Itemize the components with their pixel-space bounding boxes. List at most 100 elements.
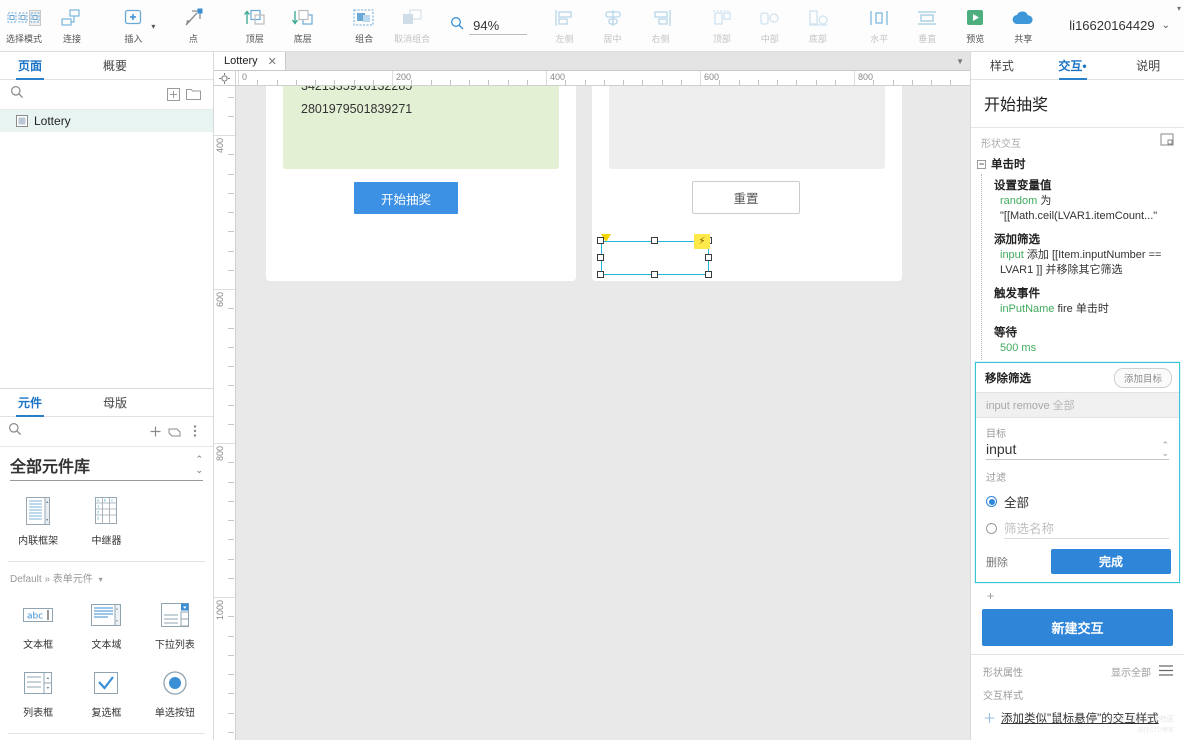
toolbar-distribute-h-button[interactable]: 水平	[855, 2, 903, 50]
tab-widgets[interactable]: 元件	[0, 389, 60, 416]
point-icon	[183, 6, 203, 30]
tab-masters[interactable]: 母版	[60, 389, 170, 416]
done-button[interactable]: 完成	[1051, 549, 1171, 574]
page-item-lottery[interactable]: Lottery	[0, 110, 213, 132]
filter-radio-all-row[interactable]: 全部	[976, 487, 1179, 513]
menu-icon[interactable]	[1159, 664, 1173, 679]
show-all-link[interactable]: 显示全部	[1111, 664, 1151, 679]
toolbar-distribute-v-button[interactable]: 垂直	[903, 2, 951, 50]
library-more-icon[interactable]	[185, 421, 205, 441]
start-lottery-button[interactable]: 开始抽奖	[354, 182, 458, 214]
toolbar-ungroup-button[interactable]: 取消组合	[388, 2, 436, 50]
reset-card[interactable]: 重置	[592, 86, 902, 281]
toolbar-align-bottom-button[interactable]: 底部	[794, 2, 842, 50]
toolbar-share-button[interactable]: 共享	[999, 2, 1047, 50]
close-icon[interactable]: ✕	[268, 55, 277, 68]
event-header[interactable]: − 单击时	[971, 154, 1184, 174]
resize-handle-w[interactable]	[597, 254, 604, 261]
add-folder-icon[interactable]	[183, 85, 203, 105]
user-chevron-down-icon[interactable]: ⌄	[1162, 20, 1170, 31]
toolbar-insert-button[interactable]: 插入	[109, 2, 157, 50]
action-set-variable[interactable]: 设置变量值 random 为 "[[Math.ceil(LVAR1.itemCo…	[982, 174, 1184, 228]
resize-handle-sw[interactable]	[597, 271, 604, 278]
resize-handle-e[interactable]	[705, 254, 712, 261]
canvas-tab-lottery[interactable]: Lottery ✕	[214, 52, 286, 70]
toolbar-align-center-button[interactable]: 居中	[589, 2, 637, 50]
zoom-value[interactable]: 94%	[469, 17, 528, 35]
resize-handle-s[interactable]	[651, 271, 658, 278]
widget-radio-button[interactable]: 单选按钮	[141, 653, 209, 721]
vertical-ruler[interactable]: 400 600 800 1000	[214, 86, 236, 740]
widget-dropdown[interactable]: 下拉列表	[141, 595, 209, 653]
toolbar-group-button[interactable]: 组合	[340, 2, 388, 50]
toolbar-bring-front-button[interactable]: 顶层	[231, 2, 279, 50]
new-interaction-button[interactable]: 新建交互	[982, 609, 1173, 646]
toolbar-select-mode-button[interactable]: 选择模式	[0, 2, 48, 50]
toolbar-send-back-button[interactable]: 底层	[279, 2, 327, 50]
resize-handle-n[interactable]	[651, 237, 658, 244]
widgets-scroll[interactable]: 内联框架 abc 123 中继器 Default » 表单元件 ▾ abc 文本…	[0, 485, 213, 740]
filter-radio-named-row[interactable]: 筛选名称	[976, 513, 1179, 541]
expand-panel-icon[interactable]	[1160, 133, 1174, 151]
widgets-group-menu-title[interactable]: Default » 菜单|表格 ▾	[0, 736, 213, 740]
horizontal-ruler[interactable]: 0 200 400 600 800	[236, 71, 970, 86]
widget-text-area[interactable]: 文本域	[72, 595, 140, 653]
add-action-row[interactable]: +	[971, 585, 1184, 605]
chevron-updown-icon[interactable]: ⌃ ⌄	[1161, 441, 1169, 458]
ruler-major-tick	[214, 443, 235, 444]
target-select[interactable]: input ⌃ ⌄	[986, 441, 1169, 460]
interaction-bolt-icon[interactable]: ⚡	[694, 234, 710, 249]
toolbar-align-middle-button[interactable]: 中部	[746, 2, 794, 50]
action-wait[interactable]: 等待 500 ms	[982, 321, 1184, 360]
resize-handle-se[interactable]	[705, 271, 712, 278]
add-target-button[interactable]: 添加目标	[1113, 368, 1172, 388]
lottery-number-list[interactable]: 1680474815073805 3421335916132285 280197…	[283, 86, 559, 169]
library-manage-icon[interactable]	[165, 421, 185, 441]
summary-prefix: input remove	[986, 400, 1050, 412]
library-select[interactable]: 全部元件库 ⌃ ⌄	[10, 453, 203, 481]
radio-named-icon[interactable]	[986, 523, 997, 534]
widget-list-box[interactable]: 列表框	[4, 653, 72, 721]
resize-handle-nw[interactable]	[597, 237, 604, 244]
toolbar-point-button[interactable]: 点	[169, 2, 217, 50]
toolbar-align-top-button[interactable]: 顶部	[698, 2, 746, 50]
chevron-down-icon[interactable]: ▾	[99, 575, 103, 584]
canvas-tab-overflow-icon[interactable]: ▼	[956, 57, 964, 66]
align-middle-icon	[759, 6, 781, 30]
add-library-icon[interactable]	[145, 421, 165, 441]
lottery-card[interactable]: 1680474815073805 3421335916132285 280197…	[266, 86, 576, 281]
ruler-minor-tick	[892, 80, 894, 85]
zoom-chevron-down-icon[interactable]: ▾	[1177, 4, 1181, 13]
search-icon[interactable]	[10, 85, 24, 104]
add-page-icon[interactable]	[163, 85, 183, 105]
chevron-updown-icon[interactable]: ⌃ ⌄	[195, 454, 203, 476]
radio-all-icon[interactable]	[986, 496, 997, 507]
filter-name-input[interactable]: 筛选名称	[1004, 518, 1169, 539]
toolbar-align-left-button[interactable]: 左侧	[541, 2, 589, 50]
action-add-filter[interactable]: 添加筛选 input 添加 [[Item.inputNumber == LVAR…	[982, 228, 1184, 282]
delete-action-button[interactable]: 删除	[986, 554, 1008, 570]
widget-inline-frame[interactable]: 内联框架	[4, 491, 72, 549]
collapse-toggle-icon[interactable]: −	[977, 159, 986, 169]
widget-checkbox[interactable]: 复选框	[72, 653, 140, 721]
zoom-control[interactable]: 94% ▾	[450, 4, 1181, 35]
search-icon[interactable]	[8, 422, 22, 441]
toolbar-align-right-button[interactable]: 右侧	[637, 2, 685, 50]
widgets-group-form-title[interactable]: Default » 表单元件 ▾	[0, 564, 213, 587]
tab-style[interactable]: 样式	[971, 52, 1033, 79]
add-hover-style-link[interactable]: ＋ 添加类似"鼠标悬停"的交互样式	[971, 705, 1184, 730]
ruler-origin-button[interactable]	[214, 71, 236, 86]
toolbar-preview-button[interactable]: 预览	[951, 2, 999, 50]
widget-text-field[interactable]: abc 文本框	[4, 595, 72, 653]
tab-outline[interactable]: 概要	[60, 52, 170, 79]
tab-notes[interactable]: 说明	[1112, 52, 1184, 79]
canvas-area[interactable]: 1680474815073805 3421335916132285 280197…	[236, 86, 970, 740]
action-fire-event[interactable]: 触发事件 inPutName fire 单击时	[982, 282, 1184, 321]
toolbar-connect-button[interactable]: 连接	[48, 2, 96, 50]
reset-button[interactable]: 重置	[692, 181, 800, 214]
widget-repeater[interactable]: abc 123 中继器	[72, 491, 140, 549]
user-account-name[interactable]: li16620164429	[1069, 18, 1154, 33]
tab-pages[interactable]: 页面	[0, 52, 60, 79]
ruler-minor-tick	[228, 693, 234, 695]
tab-interactions[interactable]: 交互 •	[1033, 52, 1113, 79]
